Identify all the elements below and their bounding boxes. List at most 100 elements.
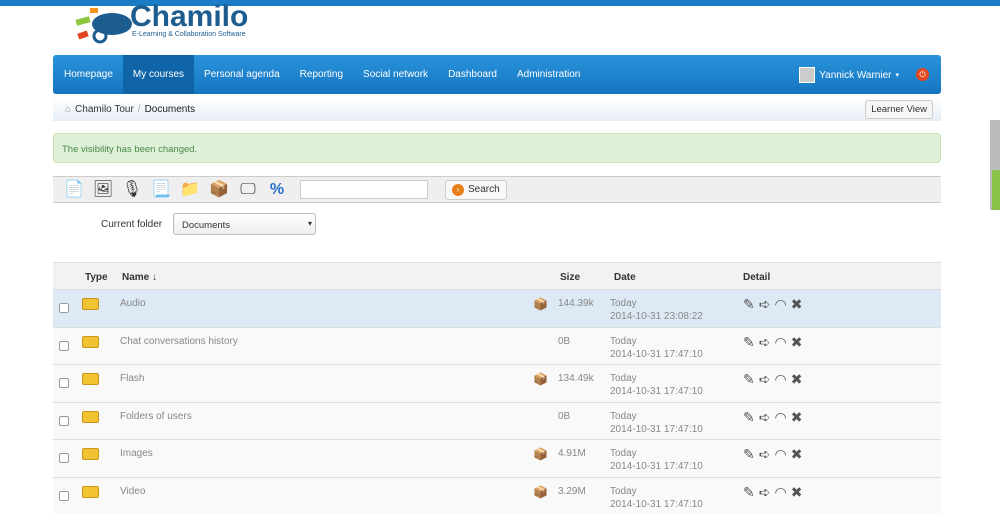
nav-homepage[interactable]: Homepage: [53, 55, 123, 94]
select-arrow-icon: ▾: [308, 219, 312, 228]
documents-table: Type Name ↓ Size Date Detail Audio📦 144.…: [53, 262, 941, 514]
move-arrow-icon[interactable]: ➪: [759, 371, 771, 388]
table-row: Folders of users 0B Today 2014-10-31 17:…: [53, 402, 941, 440]
document-size: 144.39k: [558, 298, 594, 309]
download-folder-icon[interactable]: 📦: [533, 447, 548, 461]
breadcrumb-course[interactable]: Chamilo Tour: [75, 104, 134, 115]
document-size: 3.29M: [558, 486, 586, 497]
delete-icon[interactable]: ✖: [791, 446, 803, 463]
delete-icon[interactable]: ✖: [791, 334, 803, 351]
record-audio-icon[interactable]: 🎙: [121, 179, 143, 201]
visibility-eye-icon[interactable]: ◠: [774, 484, 786, 501]
home-icon[interactable]: ⌂: [65, 104, 71, 115]
folder-icon: [82, 411, 99, 423]
header-type[interactable]: Type: [85, 272, 108, 283]
document-name[interactable]: Images: [120, 448, 153, 459]
move-arrow-icon[interactable]: ➪: [759, 484, 771, 501]
logout-power-icon[interactable]: ⏻: [916, 68, 929, 81]
chamilo-logo[interactable]: Chamilo E-Learning & Collaboration Softw…: [74, 4, 274, 44]
row-actions: ✎➪◠ ✖: [743, 446, 802, 463]
header-name[interactable]: Name ↓: [122, 272, 157, 283]
folder-icon: [82, 336, 99, 348]
document-day: Today: [610, 448, 637, 459]
delete-icon[interactable]: ✖: [791, 371, 803, 388]
delete-icon[interactable]: ✖: [791, 409, 803, 426]
create-drawing-icon[interactable]: 🖼: [92, 179, 114, 201]
document-day: Today: [610, 336, 637, 347]
table-row: Audio📦 144.39k Today 2014-10-31 23:08:22…: [53, 289, 941, 327]
success-alert: The visibility has been changed.: [53, 133, 941, 163]
table-row: Video📦 3.29M Today 2014-10-31 17:47:10 ✎…: [53, 477, 941, 514]
current-folder-select[interactable]: Documents ▾: [173, 213, 316, 235]
search-button-label: Search: [468, 184, 500, 195]
move-arrow-icon[interactable]: ➪: [759, 334, 771, 351]
download-folder-icon[interactable]: 📦: [533, 297, 548, 311]
visibility-eye-icon[interactable]: ◠: [774, 334, 786, 351]
header-date[interactable]: Date: [614, 272, 636, 283]
edit-pencil-icon[interactable]: ✎: [743, 371, 755, 388]
logo-tagline: E-Learning & Collaboration Software: [132, 31, 246, 38]
visibility-eye-icon[interactable]: ◠: [774, 446, 786, 463]
edit-pencil-icon[interactable]: ✎: [743, 409, 755, 426]
folder-icon: [82, 298, 99, 310]
folder-icon: [82, 486, 99, 498]
download-folder-icon[interactable]: 📦: [533, 372, 548, 386]
folder-icon: [82, 448, 99, 460]
delete-icon[interactable]: ✖: [791, 484, 803, 501]
visibility-eye-icon[interactable]: ◠: [774, 296, 786, 313]
upload-document-icon[interactable]: 📃: [150, 179, 172, 201]
row-checkbox[interactable]: [59, 378, 69, 388]
edit-pencil-icon[interactable]: ✎: [743, 334, 755, 351]
side-tab[interactable]: [992, 170, 1000, 210]
visibility-eye-icon[interactable]: ◠: [774, 409, 786, 426]
document-name[interactable]: Video: [120, 486, 145, 497]
new-folder-icon[interactable]: 📁: [179, 179, 201, 201]
header-size[interactable]: Size: [560, 272, 580, 283]
row-actions: ✎➪◠ ✖: [743, 484, 802, 501]
move-arrow-icon[interactable]: ➪: [759, 446, 771, 463]
shared-folder-icon[interactable]: 📦: [208, 179, 230, 201]
nav-administration[interactable]: Administration: [507, 55, 590, 94]
row-checkbox[interactable]: [59, 453, 69, 463]
row-actions: ✎➪◠ ✖: [743, 296, 802, 313]
search-input[interactable]: [300, 180, 428, 199]
user-menu[interactable]: Yannick Warnier▾: [799, 67, 899, 83]
nav-personal-agenda[interactable]: Personal agenda: [194, 55, 290, 94]
move-arrow-icon[interactable]: ➪: [759, 409, 771, 426]
visibility-eye-icon[interactable]: ◠: [774, 371, 786, 388]
download-folder-icon[interactable]: 📦: [533, 485, 548, 499]
row-checkbox[interactable]: [59, 303, 69, 313]
delete-icon[interactable]: ✖: [791, 296, 803, 313]
move-arrow-icon[interactable]: ➪: [759, 296, 771, 313]
nav-social-network[interactable]: Social network: [353, 55, 438, 94]
nav-reporting[interactable]: Reporting: [290, 55, 353, 94]
edit-pencil-icon[interactable]: ✎: [743, 446, 755, 463]
arrow-right-icon: ›: [452, 184, 464, 196]
row-checkbox[interactable]: [59, 416, 69, 426]
edit-pencil-icon[interactable]: ✎: [743, 296, 755, 313]
nav-dashboard[interactable]: Dashboard: [438, 55, 507, 94]
learner-view-button[interactable]: Learner View: [865, 100, 933, 119]
slideshow-icon[interactable]: 🖵: [237, 179, 259, 201]
quota-percent-icon[interactable]: %: [266, 179, 288, 201]
row-checkbox[interactable]: [59, 491, 69, 501]
user-name: Yannick Warnier: [819, 70, 891, 81]
document-name[interactable]: Flash: [120, 373, 144, 384]
document-day: Today: [610, 411, 637, 422]
folder-icon: [82, 373, 99, 385]
breadcrumb-current: Documents: [145, 104, 196, 115]
document-date: 2014-10-31 17:47:10: [610, 461, 703, 472]
search-button[interactable]: › Search: [445, 180, 507, 200]
document-day: Today: [610, 373, 637, 384]
breadcrumb: ⌂ Chamilo Tour / Documents Learner View: [53, 97, 941, 121]
document-name[interactable]: Chat conversations history: [120, 336, 238, 347]
nav-my-courses[interactable]: My courses: [123, 55, 194, 94]
current-folder-value: Documents: [182, 220, 230, 231]
row-actions: ✎➪◠ ✖: [743, 334, 802, 351]
document-toolbar: 📄 🖼 🎙 📃 📁 📦 🖵 % › Search: [53, 176, 941, 203]
document-name[interactable]: Audio: [120, 298, 146, 309]
row-checkbox[interactable]: [59, 341, 69, 351]
edit-pencil-icon[interactable]: ✎: [743, 484, 755, 501]
document-name[interactable]: Folders of users: [120, 411, 192, 422]
new-document-icon[interactable]: 📄: [63, 179, 85, 201]
